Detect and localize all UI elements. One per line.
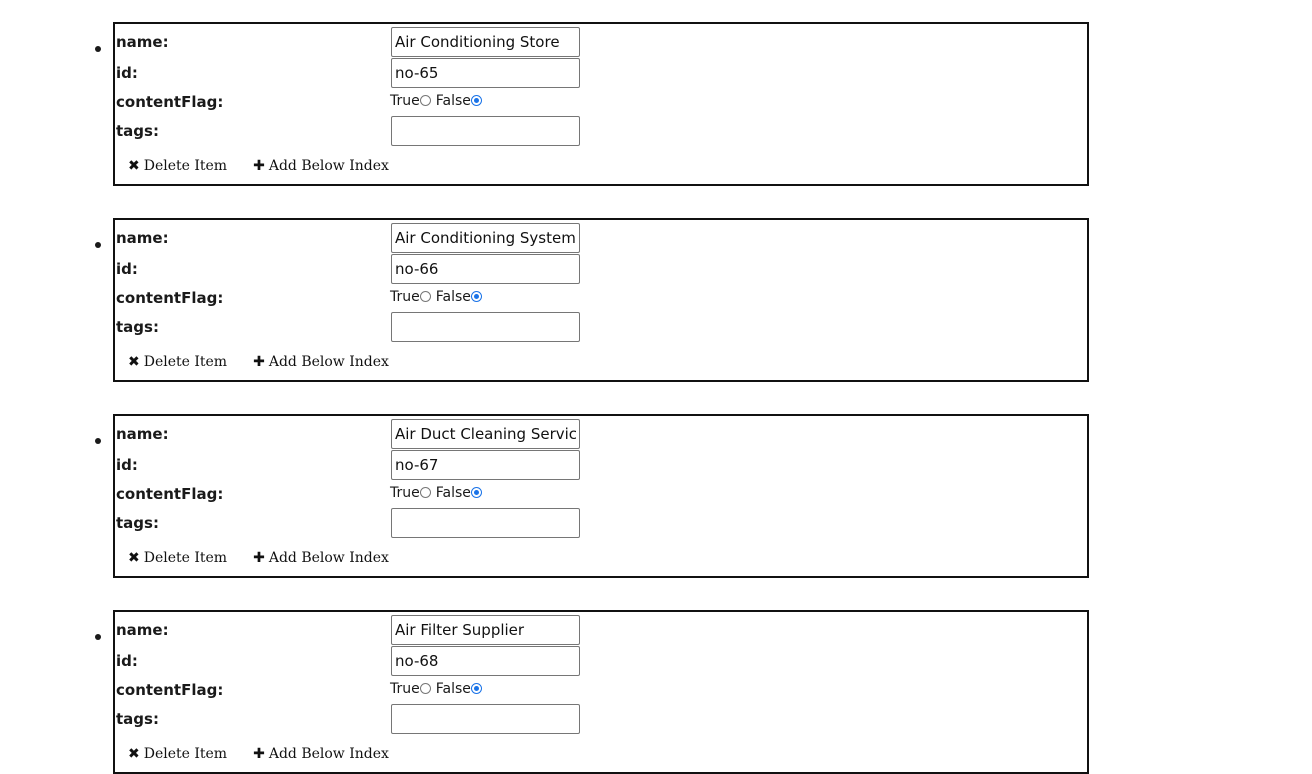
item-card: name: id: contentFlag: True False tags: … (113, 22, 1089, 186)
false-label: False (435, 289, 471, 305)
tags-label: tags: (116, 710, 159, 728)
add-below-index-label: Add Below Index (268, 746, 389, 762)
times-icon: ✖ (128, 746, 140, 762)
content-flag-false-radio[interactable] (470, 486, 482, 498)
item-card: name: id: contentFlag: True False tags: … (113, 414, 1089, 578)
true-label: True (390, 681, 420, 697)
item-card: name: id: contentFlag: True False tags: … (113, 610, 1089, 774)
list-bullet (95, 634, 101, 640)
name-label: name: (116, 229, 169, 247)
delete-item-label: Delete Item (143, 550, 228, 566)
list-bullet (95, 242, 101, 248)
add-below-index-label: Add Below Index (268, 158, 389, 174)
id-label: id: (116, 652, 138, 670)
content-flag-radio-group: True False (390, 680, 487, 698)
content-flag-false-radio[interactable] (470, 290, 482, 302)
add-below-index-button[interactable]: ✚ Add Below Index (253, 157, 389, 175)
delete-item-label: Delete Item (143, 746, 228, 762)
plus-icon: ✚ (253, 354, 265, 370)
add-below-index-button[interactable]: ✚ Add Below Index (253, 353, 389, 371)
true-label: True (390, 485, 420, 501)
add-below-index-label: Add Below Index (268, 550, 389, 566)
id-label: id: (116, 456, 138, 474)
tags-input[interactable] (391, 508, 580, 538)
content-flag-true-radio[interactable] (419, 682, 431, 694)
name-label: name: (116, 621, 169, 639)
add-below-index-label: Add Below Index (268, 354, 389, 370)
delete-item-label: Delete Item (143, 158, 228, 174)
name-input[interactable] (391, 27, 580, 57)
times-icon: ✖ (128, 550, 140, 566)
content-flag-radio-group: True False (390, 92, 487, 110)
list-bullet (95, 46, 101, 52)
content-flag-false-radio[interactable] (470, 94, 482, 106)
name-input[interactable] (391, 419, 580, 449)
times-icon: ✖ (128, 354, 140, 370)
item-actions: ✖ Delete Item ✚ Add Below Index (128, 549, 389, 567)
name-label: name: (116, 33, 169, 51)
plus-icon: ✚ (253, 550, 265, 566)
item-actions: ✖ Delete Item ✚ Add Below Index (128, 745, 389, 763)
content-flag-true-radio[interactable] (419, 290, 431, 302)
content-flag-label: contentFlag: (116, 289, 224, 307)
content-flag-label: contentFlag: (116, 93, 224, 111)
list-bullet (95, 438, 101, 444)
content-flag-label: contentFlag: (116, 681, 224, 699)
item-actions: ✖ Delete Item ✚ Add Below Index (128, 353, 389, 371)
false-label: False (435, 681, 471, 697)
tags-label: tags: (116, 514, 159, 532)
delete-item-button[interactable]: ✖ Delete Item (128, 353, 227, 371)
plus-icon: ✚ (253, 158, 265, 174)
id-input[interactable] (391, 254, 580, 284)
item-card: name: id: contentFlag: True False tags: … (113, 218, 1089, 382)
item-actions: ✖ Delete Item ✚ Add Below Index (128, 157, 389, 175)
content-flag-true-radio[interactable] (419, 94, 431, 106)
plus-icon: ✚ (253, 746, 265, 762)
times-icon: ✖ (128, 158, 140, 174)
tags-label: tags: (116, 318, 159, 336)
id-input[interactable] (391, 646, 580, 676)
content-flag-false-radio[interactable] (470, 682, 482, 694)
add-below-index-button[interactable]: ✚ Add Below Index (253, 745, 389, 763)
false-label: False (435, 93, 471, 109)
name-input[interactable] (391, 223, 580, 253)
id-label: id: (116, 64, 138, 82)
delete-item-button[interactable]: ✖ Delete Item (128, 549, 227, 567)
tags-label: tags: (116, 122, 159, 140)
id-input[interactable] (391, 58, 580, 88)
content-flag-label: contentFlag: (116, 485, 224, 503)
delete-item-label: Delete Item (143, 354, 228, 370)
content-flag-radio-group: True False (390, 288, 487, 306)
false-label: False (435, 485, 471, 501)
true-label: True (390, 289, 420, 305)
content-flag-radio-group: True False (390, 484, 487, 502)
tags-input[interactable] (391, 116, 580, 146)
delete-item-button[interactable]: ✖ Delete Item (128, 157, 227, 175)
id-label: id: (116, 260, 138, 278)
id-input[interactable] (391, 450, 580, 480)
tags-input[interactable] (391, 312, 580, 342)
true-label: True (390, 93, 420, 109)
delete-item-button[interactable]: ✖ Delete Item (128, 745, 227, 763)
tags-input[interactable] (391, 704, 580, 734)
add-below-index-button[interactable]: ✚ Add Below Index (253, 549, 389, 567)
content-flag-true-radio[interactable] (419, 486, 431, 498)
name-label: name: (116, 425, 169, 443)
name-input[interactable] (391, 615, 580, 645)
